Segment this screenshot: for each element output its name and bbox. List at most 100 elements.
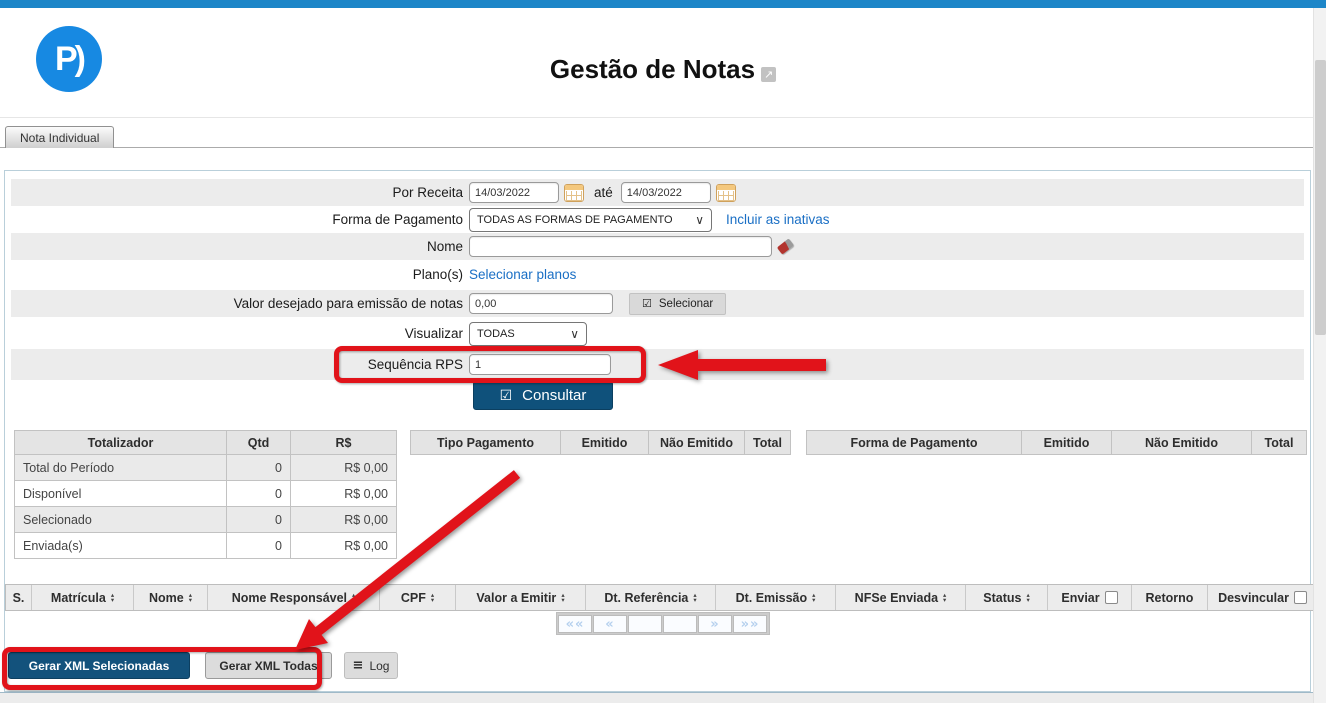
page-cell[interactable] [663,615,697,633]
row-label: Enviada(s) [15,533,227,559]
row-label: Total do Período [15,455,227,481]
consultar-button[interactable]: ☑ Consultar [473,381,613,410]
valor-desejado-input[interactable] [469,293,613,314]
col-dt-emissao[interactable]: Dt. Emissão [716,585,836,610]
table-row: Selecionado 0 R$ 0,00 [15,507,397,533]
calendar-icon[interactable] [564,184,584,202]
col-s: S. [6,585,32,610]
gestao-de-notas-page: P) Gestão de Notas↗ Nota Individual Por … [0,0,1326,703]
row-qtd: 0 [227,481,291,507]
chevron-down-icon: ∨ [695,213,704,227]
total-header: Total [745,431,791,455]
footer-bar [0,692,1326,703]
visualizar-select[interactable]: TODAS ∨ [469,322,587,346]
last-page-button[interactable]: »» [733,615,767,633]
row-forma-pagamento: Forma de Pagamento TODAS AS FORMAS DE PA… [11,206,1304,233]
selecionar-button-label: Selecionar [659,298,713,310]
row-por-receita: Por Receita até [11,179,1304,206]
col-enviar: Enviar [1048,585,1132,610]
row-valor: R$ 0,00 [291,455,397,481]
header-divider [0,117,1326,118]
tipo-pagamento-header: Tipo Pagamento [411,431,561,455]
forma-pagamento-label: Forma de Pagamento [11,212,469,227]
row-valor: R$ 0,00 [291,533,397,559]
sort-icon[interactable] [943,593,946,603]
sort-icon[interactable] [561,593,564,603]
next-page-button[interactable]: » [698,615,732,633]
sequencia-rps-input[interactable] [469,354,611,375]
nome-label: Nome [11,239,469,254]
enviar-checkbox[interactable] [1105,591,1118,604]
por-receita-from-input[interactable] [469,182,559,203]
forma-pagamento-select[interactable]: TODAS AS FORMAS DE PAGAMENTO ∨ [469,208,712,232]
eraser-icon[interactable] [777,238,794,254]
page-cell[interactable] [628,615,662,633]
row-visualizar: Visualizar TODAS ∨ [11,320,1304,347]
row-qtd: 0 [227,533,291,559]
tipo-pagamento-header-row: Tipo Pagamento Emitido Não Emitido Total [411,431,791,455]
sequencia-rps-label: Sequência RPS [11,357,469,372]
col-dt-referencia[interactable]: Dt. Referência [586,585,716,610]
list-icon: ≡ [353,658,364,673]
table-row: Enviada(s) 0 R$ 0,00 [15,533,397,559]
col-matricula[interactable]: Matrícula [32,585,134,610]
tab-nota-individual[interactable]: Nota Individual [5,126,114,148]
col-nfse-enviada[interactable]: NFSe Enviada [836,585,966,610]
col-cpf[interactable]: CPF [380,585,456,610]
sort-icon[interactable] [693,593,696,603]
valor-desejado-label: Valor desejado para emissão de notas [11,296,469,311]
por-receita-label: Por Receita [11,185,469,200]
page-title: Gestão de Notas [550,54,755,84]
col-status[interactable]: Status [966,585,1048,610]
selecionar-planos-link[interactable]: Selecionar planos [469,267,576,282]
sort-icon[interactable] [111,593,114,603]
sort-icon[interactable] [352,593,355,603]
checkbox-checked-icon: ☑ [642,297,652,310]
sort-icon[interactable] [1026,593,1029,603]
vertical-scrollbar[interactable] [1313,8,1326,703]
row-valor-desejado: Valor desejado para emissão de notas ☑ S… [11,290,1304,317]
row-valor: R$ 0,00 [291,481,397,507]
sort-icon[interactable] [812,593,815,603]
gerar-xml-todas-button[interactable]: Gerar XML Todas [205,652,332,679]
sort-icon[interactable] [431,593,434,603]
ate-label: até [594,185,613,200]
forma-pagamento-header: Forma de Pagamento [807,431,1022,455]
col-nome[interactable]: Nome [134,585,208,610]
tipo-pagamento-table: Tipo Pagamento Emitido Não Emitido Total [410,430,791,455]
nao-emitido-header: Não Emitido [649,431,745,455]
planos-label: Plano(s) [11,267,469,282]
top-accent-bar [0,0,1326,8]
sort-icon[interactable] [189,593,192,603]
totalizador-table: Totalizador Qtd R$ Total do Período 0 R$… [14,430,397,559]
scrollbar-thumb[interactable] [1315,60,1326,335]
col-valor-a-emitir[interactable]: Valor a Emitir [456,585,586,610]
valor-header: R$ [291,431,397,455]
desvincular-checkbox[interactable] [1294,591,1307,604]
gerar-xml-selecionadas-button[interactable]: Gerar XML Selecionadas [8,652,190,679]
external-link-icon[interactable]: ↗ [761,67,776,82]
notas-table-header: S. Matrícula Nome Nome Responsável CPF V… [5,584,1318,611]
col-nome-responsavel[interactable]: Nome Responsável [208,585,380,610]
totalizador-header-row: Totalizador Qtd R$ [15,431,397,455]
calendar-icon[interactable] [716,184,736,202]
por-receita-to-input[interactable] [621,182,711,203]
row-nome: Nome [11,233,1304,260]
pagination: «« « » »» [556,612,770,635]
forma-pagamento-table: Forma de Pagamento Emitido Não Emitido T… [806,430,1307,455]
tab-underline [0,147,1326,148]
consultar-button-label: Consultar [522,387,586,404]
incluir-inativas-link[interactable]: Incluir as inativas [726,212,830,227]
col-desvincular: Desvincular [1208,585,1317,610]
row-qtd: 0 [227,455,291,481]
selecionar-button[interactable]: ☑ Selecionar [629,293,726,315]
forma-pagamento-value: TODAS AS FORMAS DE PAGAMENTO [477,214,673,226]
previous-page-button[interactable]: « [593,615,627,633]
log-button[interactable]: ≡ Log [344,652,398,679]
nao-emitido-header: Não Emitido [1112,431,1252,455]
emitido-header: Emitido [1022,431,1112,455]
first-page-button[interactable]: «« [558,615,592,633]
nome-input[interactable] [469,236,772,257]
tab-label: Nota Individual [20,131,99,145]
row-qtd: 0 [227,507,291,533]
